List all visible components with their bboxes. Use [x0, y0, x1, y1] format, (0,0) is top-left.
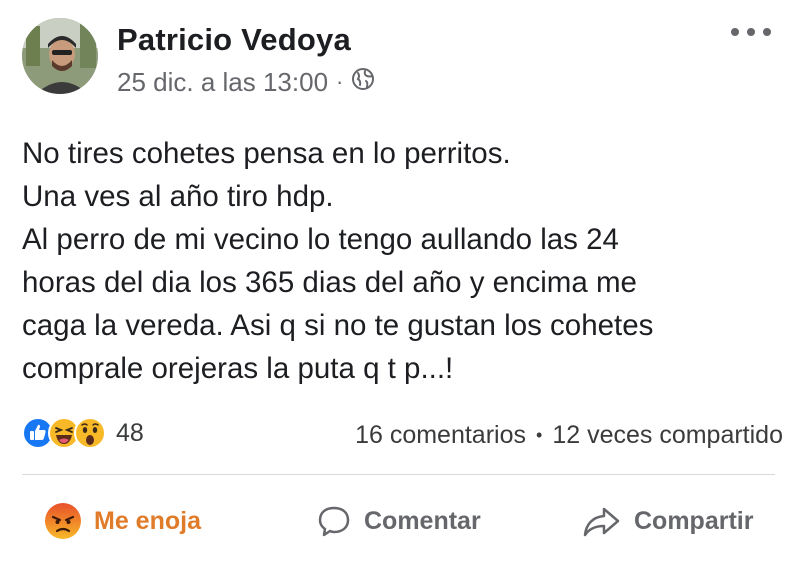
action-bar: Me enoja Comentar Compartir	[0, 492, 797, 550]
facebook-post: Patricio Vedoya 25 dic. a las 13:00 · No…	[0, 0, 797, 570]
post-text-line: Una ves al año tiro hdp.	[22, 180, 334, 213]
post-text-line: No tires cohetes pensa en lo perritos.	[22, 137, 511, 170]
share-icon	[583, 507, 620, 537]
comment-icon	[318, 506, 350, 537]
share-label: Compartir	[634, 506, 754, 535]
share-button[interactable]: Compartir	[582, 492, 753, 550]
comment-button[interactable]: Comentar	[316, 492, 481, 550]
post-meta: 25 dic. a las 13:00 ·	[117, 66, 375, 98]
comments-count[interactable]: 16 comentarios	[355, 421, 526, 450]
post-text: No tires cohetes pensa en lo perritos. U…	[22, 132, 782, 390]
angry-reaction-button[interactable]: Me enoja	[44, 492, 201, 550]
more-options-icon[interactable]	[731, 22, 771, 42]
reaction-count: 48	[116, 418, 144, 447]
globe-icon[interactable]	[351, 67, 375, 98]
post-text-line: horas del dia los 365 dias del año y enc…	[22, 266, 637, 299]
post-text-line: comprale orejeras la puta q t p...!	[22, 352, 454, 385]
stats-separator: •	[536, 424, 543, 445]
meta-separator: ·	[336, 69, 344, 94]
reaction-icons	[22, 417, 106, 449]
divider	[22, 474, 775, 475]
angry-label: Me enoja	[94, 506, 201, 535]
post-text-line: caga la vereda. Asi q si no te gustan lo…	[22, 309, 654, 342]
author-name[interactable]: Patricio Vedoya	[117, 22, 351, 58]
comment-label: Comentar	[364, 506, 481, 535]
avatar-photo	[22, 18, 98, 94]
reactions-summary[interactable]: 48	[22, 415, 144, 451]
avatar[interactable]	[22, 18, 98, 94]
post-stats: 16 comentarios • 12 veces compartido	[355, 418, 783, 452]
post-timestamp[interactable]: 25 dic. a las 13:00	[117, 67, 328, 98]
post-text-line: Al perro de mi vecino lo tengo aullando …	[22, 223, 619, 256]
wow-reaction-icon	[74, 417, 106, 449]
shares-count[interactable]: 12 veces compartido	[552, 421, 783, 450]
angry-reaction-icon	[45, 503, 81, 539]
